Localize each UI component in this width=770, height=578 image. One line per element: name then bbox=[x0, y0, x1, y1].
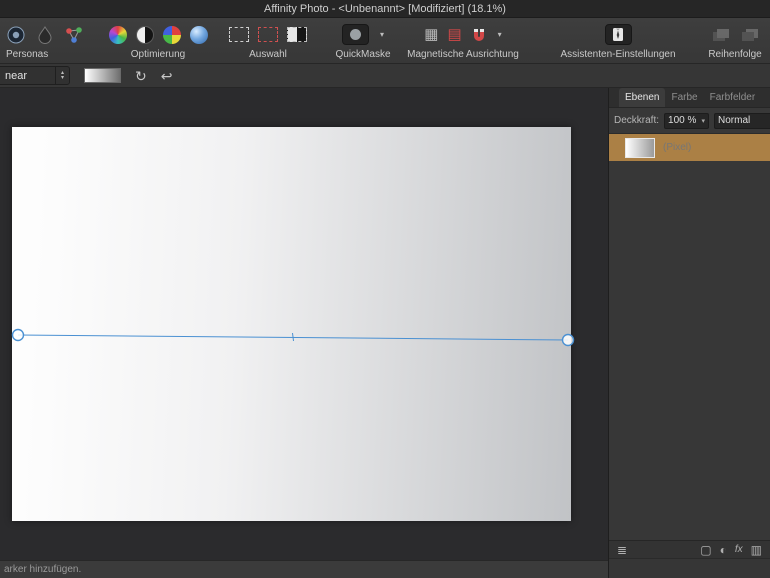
canvas-column: arker hinzufügen. bbox=[0, 88, 608, 578]
titlebar: Affinity Photo - <Unbenannt> [Modifizier… bbox=[0, 0, 770, 18]
gradient-midpoint-handle[interactable] bbox=[292, 332, 294, 342]
snapping-dropdown-icon[interactable]: ▾ bbox=[498, 30, 502, 39]
snapping-grid-icon[interactable]: ▦ bbox=[424, 27, 438, 42]
toolbar-group-magnetische-ausrichtung: ▦ ▤ ▾ Magnetische Ausrichtung bbox=[402, 21, 524, 60]
layer-thumbnail bbox=[625, 137, 655, 158]
color-wheel-icon[interactable] bbox=[108, 25, 127, 44]
duotone-icon[interactable] bbox=[135, 25, 154, 44]
snapping-candidates-icon[interactable]: ▤ bbox=[447, 27, 461, 42]
gradient-end-handle[interactable] bbox=[561, 333, 575, 347]
stepper-down-icon: ▾ bbox=[60, 74, 64, 81]
affinity-photo-window: Affinity Photo - <Unbenannt> [Modifizier… bbox=[0, 0, 770, 578]
blue-sphere-icon[interactable] bbox=[189, 25, 208, 44]
opacity-value: 100 % bbox=[668, 115, 697, 126]
gradient-type-value: near bbox=[5, 69, 28, 82]
quickmask-icon[interactable] bbox=[341, 24, 369, 45]
main-toolbar: Personas Optimierung Auswahl ▾ QuickMask… bbox=[0, 18, 770, 64]
panel-footer bbox=[609, 558, 770, 578]
toolbar-group-reihenfolge: Reihenfolge bbox=[700, 21, 770, 60]
workspace: arker hinzufügen. Ebenen Farbe Farbfelde… bbox=[0, 88, 770, 578]
toolbar-label-auswahl: Auswahl bbox=[249, 49, 287, 60]
studio-panel-tabs: Ebenen Farbe Farbfelder bbox=[609, 88, 770, 108]
toolbar-label-optimierung: Optimierung bbox=[130, 49, 186, 60]
photo-persona-icon[interactable] bbox=[6, 25, 26, 45]
assistant-settings-icon[interactable] bbox=[604, 24, 632, 45]
toolbar-label-quickmaske: QuickMaske bbox=[335, 49, 391, 60]
selection-pattern-icon[interactable] bbox=[287, 27, 307, 42]
layer-row-pixel[interactable]: (Pixel) bbox=[609, 134, 770, 161]
toolbar-label-personas: Personas bbox=[6, 49, 49, 60]
color-segments-icon[interactable] bbox=[162, 25, 181, 44]
layers-stack-icon[interactable]: ≣ bbox=[617, 544, 627, 556]
status-text: arker hinzufügen. bbox=[4, 564, 82, 575]
toolbar-group-quickmaske: ▾ QuickMaske bbox=[330, 21, 396, 60]
toolbar-group-optimierung: Optimierung bbox=[98, 21, 218, 60]
context-toolbar: near ▴ ▾ ↻ ↩ bbox=[0, 64, 770, 88]
marquee-selection-icon[interactable] bbox=[229, 27, 249, 42]
blend-mode-value: Normal bbox=[718, 115, 751, 126]
rotate-gradient-icon[interactable]: ↻ bbox=[135, 69, 147, 83]
layer-name: (Pixel) bbox=[663, 142, 692, 153]
toolbar-group-auswahl: Auswahl bbox=[222, 21, 314, 60]
export-persona-icon[interactable] bbox=[64, 25, 84, 45]
studio-panel: Ebenen Farbe Farbfelder Deckkraft: 100 %… bbox=[608, 88, 770, 578]
canvas-area[interactable] bbox=[0, 88, 608, 560]
gradient-tool-overlay bbox=[11, 328, 575, 347]
toolbar-label-magnetische: Magnetische Ausrichtung bbox=[407, 49, 519, 60]
opacity-label: Deckkraft: bbox=[614, 115, 660, 126]
toolbar-group-assistenten: Assistenten-Einstellungen bbox=[548, 21, 688, 60]
tab-farbfelder[interactable]: Farbfelder bbox=[704, 88, 762, 107]
dropdown-arrow-icon: ▾ bbox=[701, 117, 706, 125]
move-forward-icon[interactable] bbox=[711, 27, 731, 43]
gradient-start-handle[interactable] bbox=[11, 328, 25, 342]
status-bar: arker hinzufügen. bbox=[0, 560, 608, 578]
toolbar-group-personas: Personas bbox=[6, 21, 84, 60]
layer-list: (Pixel) bbox=[609, 134, 770, 540]
stepper-icon[interactable]: ▴ ▾ bbox=[55, 67, 69, 84]
gradient-type-dropdown[interactable]: near ▴ ▾ bbox=[0, 66, 70, 85]
live-filter-icon[interactable]: ▥ bbox=[751, 544, 762, 556]
layer-options-row: Deckkraft: 100 % ▾ Normal bbox=[609, 108, 770, 134]
layer-effects-icon[interactable]: fx bbox=[735, 544, 743, 555]
opacity-dropdown[interactable]: 100 % ▾ bbox=[664, 112, 710, 129]
quickmask-dropdown-icon[interactable]: ▾ bbox=[380, 30, 384, 39]
marquee-red-selection-icon[interactable] bbox=[258, 27, 278, 42]
blend-mode-dropdown[interactable]: Normal bbox=[714, 112, 770, 129]
tab-farbe[interactable]: Farbe bbox=[665, 88, 703, 107]
gradient-swatch[interactable] bbox=[84, 68, 121, 83]
magnet-icon[interactable] bbox=[471, 27, 487, 43]
adjustment-icon[interactable]: ◐ bbox=[720, 544, 727, 556]
tab-ebenen[interactable]: Ebenen bbox=[619, 88, 666, 107]
liquify-persona-icon[interactable] bbox=[35, 25, 55, 45]
toolbar-label-reihenfolge: Reihenfolge bbox=[708, 49, 762, 60]
mask-icon[interactable]: ▢ bbox=[700, 544, 711, 556]
layers-panel-toolbar: ≣ ▢ ◐ fx ▥ bbox=[609, 540, 770, 558]
reverse-gradient-icon[interactable]: ↩ bbox=[161, 69, 173, 83]
move-backward-icon[interactable] bbox=[740, 27, 760, 43]
window-title: Affinity Photo - <Unbenannt> [Modifizier… bbox=[264, 2, 506, 15]
toolbar-label-assistenten: Assistenten-Einstellungen bbox=[560, 49, 676, 60]
